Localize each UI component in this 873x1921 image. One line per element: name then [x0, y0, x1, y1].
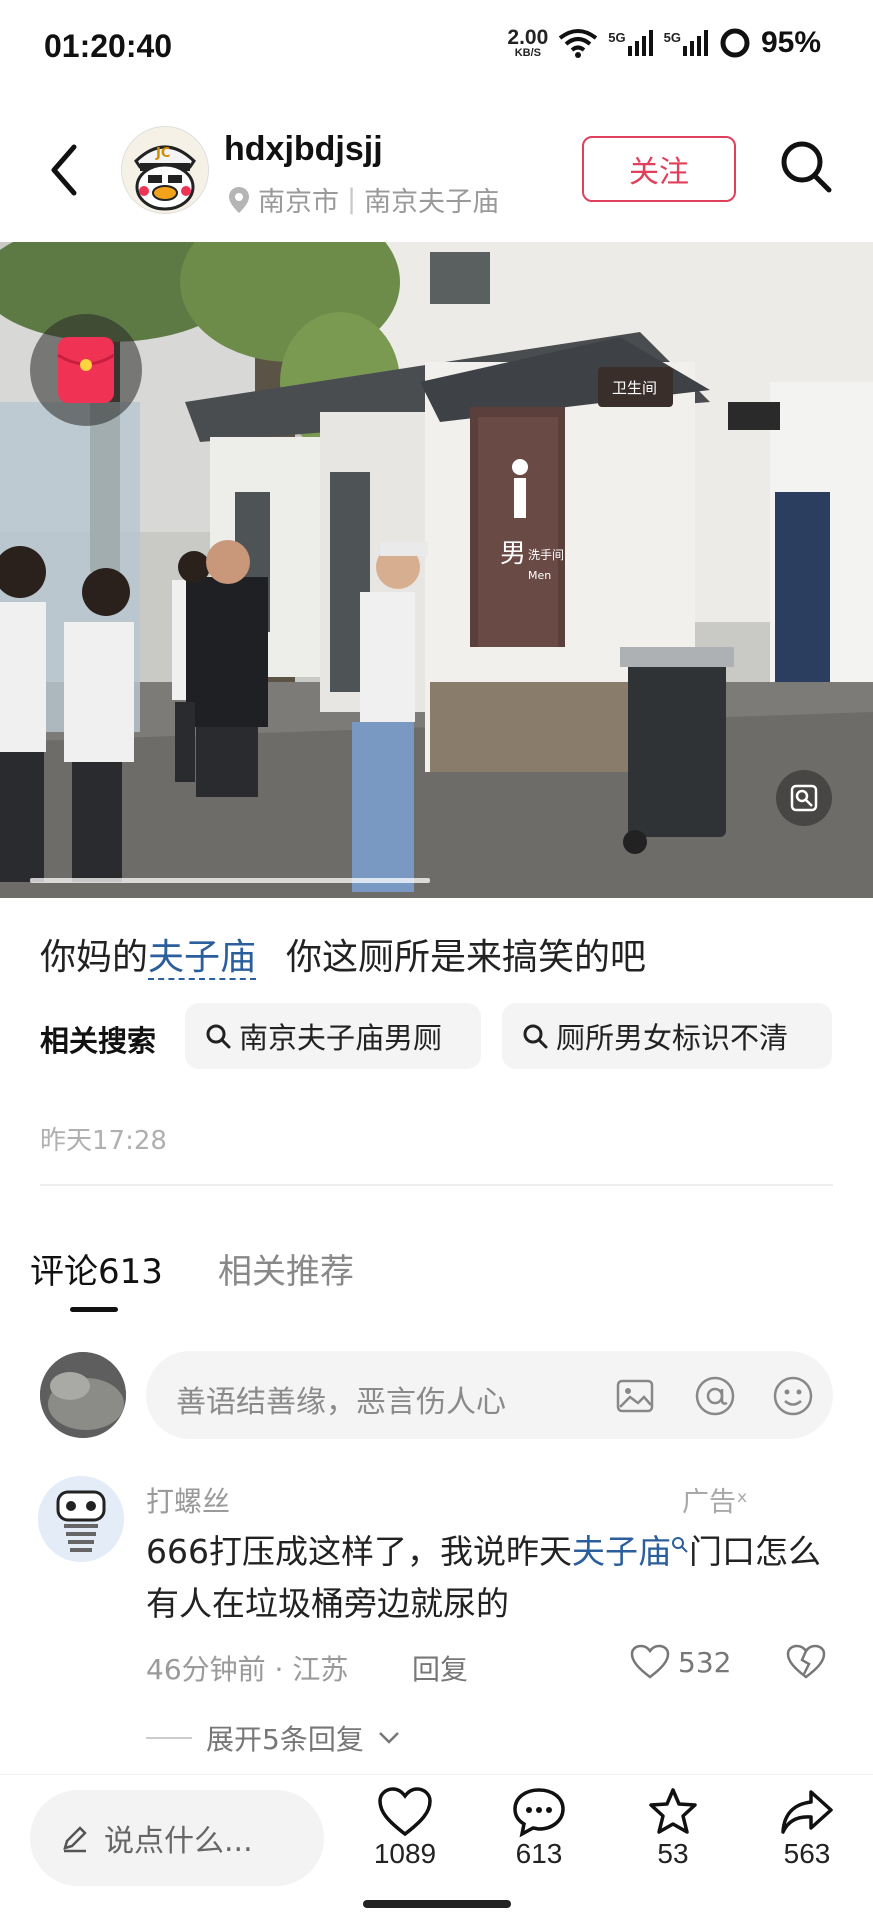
comment-time-location: 46分钟前 · 江苏	[146, 1653, 349, 1686]
search-small-icon[interactable]	[671, 1536, 689, 1554]
star-icon	[649, 1788, 697, 1834]
broken-heart-icon[interactable]	[786, 1644, 826, 1680]
red-envelope-icon	[57, 337, 115, 403]
heart-icon	[378, 1787, 432, 1837]
say-something-input[interactable]: 说点什么...	[30, 1790, 324, 1886]
favorite-button[interactable]: 53	[618, 1786, 728, 1870]
duck-avatar-icon: JC	[122, 127, 208, 213]
back-arrow-icon[interactable]	[40, 135, 90, 205]
active-tab-indicator	[70, 1307, 118, 1312]
reply-button[interactable]: 回复	[412, 1648, 468, 1688]
screw-cartoon-icon	[38, 1476, 124, 1562]
status-bar: 01:20:40 2.00 KB/S 5G 5G 95%	[0, 0, 873, 96]
post-caption: 你妈的夫子庙 你这厕所是来搞笑的吧	[40, 937, 647, 980]
divider	[40, 1184, 833, 1186]
status-time: 01:20:40	[44, 28, 173, 64]
signal-5g-2-icon: 5G	[664, 30, 709, 56]
expand-replies-button[interactable]: 展开5条回复	[146, 1718, 400, 1758]
tab-related-recommendations[interactable]: 相关推荐	[218, 1244, 354, 1293]
comment-input[interactable]: 善语结善缘，恶言伤人心	[146, 1351, 833, 1439]
like-button[interactable]: 1089	[350, 1786, 460, 1870]
comment-count: 613	[515, 1838, 563, 1869]
search-icon[interactable]	[778, 136, 834, 196]
wifi-icon	[559, 29, 598, 58]
signal-5g-1-icon: 5G	[608, 30, 653, 56]
location-city: 南京市	[258, 187, 339, 218]
comment-input-placeholder: 善语结善缘，恶言伤人心	[176, 1385, 506, 1420]
post-photo[interactable]: 男 洗手间 Men 卫生间	[0, 242, 873, 898]
image-search-icon[interactable]	[790, 784, 818, 812]
emoji-icon[interactable]	[772, 1375, 814, 1417]
related-search-chip-2[interactable]: 厕所男女标识不清	[502, 1003, 832, 1069]
status-icons: 2.00 KB/S 5G 5G 95%	[507, 26, 821, 60]
expand-line	[146, 1737, 192, 1739]
caption-topic-link[interactable]: 夫子庙	[148, 937, 257, 980]
mention-icon[interactable]	[694, 1375, 736, 1417]
author-avatar[interactable]: JC	[121, 126, 209, 214]
user-photo-icon	[40, 1352, 126, 1438]
men-en-sign: Men	[528, 569, 551, 582]
related-search-chip-1[interactable]: 南京夫子庙男厕	[185, 1003, 481, 1069]
share-arrow-icon	[781, 1790, 833, 1834]
battery-level: 95%	[760, 26, 821, 59]
location-separator: |	[347, 184, 357, 215]
my-avatar[interactable]	[40, 1352, 126, 1438]
home-indicator[interactable]	[363, 1900, 511, 1908]
author-username[interactable]: hdxjbdjsjj	[224, 130, 383, 169]
comment-button[interactable]: 613	[484, 1786, 594, 1870]
comment-like-count: 532	[678, 1645, 732, 1679]
net-speed: 2.00 KB/S	[507, 26, 549, 59]
red-envelope-button[interactable]	[30, 314, 142, 426]
search-icon	[523, 1024, 548, 1049]
battery-ring-icon	[720, 28, 750, 58]
chevron-down-icon	[378, 1732, 399, 1744]
heart-outline-icon	[630, 1644, 670, 1679]
commenter-name[interactable]: 打螺丝	[146, 1480, 230, 1520]
favorite-count: 53	[657, 1838, 689, 1869]
location-place: 南京夫子庙	[364, 187, 500, 218]
commenter-avatar[interactable]	[38, 1476, 124, 1562]
search-icon	[206, 1024, 231, 1049]
ad-label[interactable]: 广告ˣ	[682, 1480, 748, 1519]
related-search-label: 相关搜索	[40, 1024, 157, 1058]
comment-bubble-icon	[513, 1788, 565, 1838]
location-pin-icon	[229, 186, 249, 213]
svg-text:JC: JC	[155, 146, 170, 161]
share-count: 563	[783, 1838, 831, 1869]
share-button[interactable]: 563	[752, 1786, 862, 1870]
like-count: 1089	[373, 1838, 437, 1869]
restroom-sign: 卫生间	[612, 379, 657, 397]
image-picker-icon[interactable]	[616, 1379, 654, 1413]
men-sign: 男	[500, 539, 526, 569]
tab-comments[interactable]: 评论613	[30, 1244, 163, 1293]
post-location[interactable]: 南京市 | 南京夫子庙	[228, 180, 499, 219]
post-timestamp: 昨天17:28	[40, 1126, 167, 1156]
pencil-icon	[63, 1826, 87, 1853]
follow-button[interactable]: 关注	[582, 136, 736, 202]
comment-like-button[interactable]: 532	[630, 1644, 731, 1680]
comment-text: 666打压成这样了，我说昨天夫子庙 门口怎么有人在垃圾桶旁边就尿的	[146, 1532, 821, 1623]
wash-sign: 洗手间	[528, 548, 564, 562]
comment-topic-link[interactable]: 夫子庙	[572, 1532, 671, 1571]
